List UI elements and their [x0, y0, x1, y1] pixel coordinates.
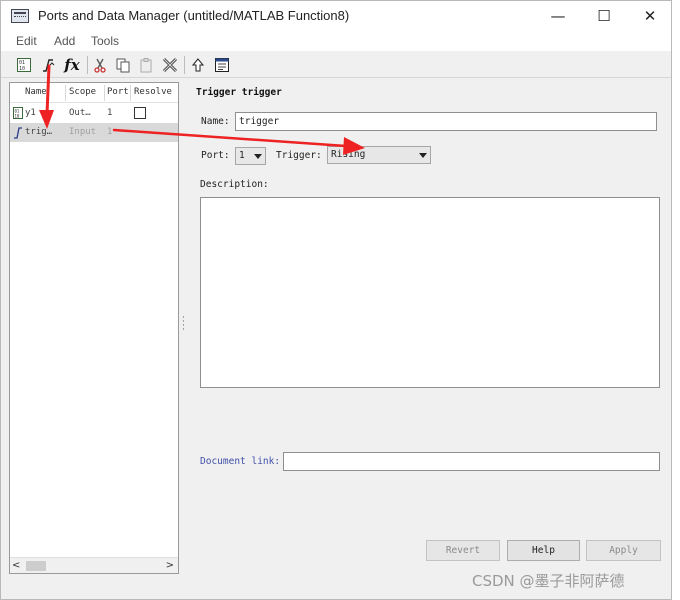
window-title: Ports and Data Manager (untitled/MATLAB … [38, 8, 350, 23]
up-arrow-icon[interactable] [188, 55, 208, 75]
description-textarea[interactable] [200, 197, 660, 388]
help-button[interactable]: Help [507, 540, 580, 561]
document-link-field[interactable] [283, 452, 660, 471]
title-bar[interactable]: Ports and Data Manager (untitled/MATLAB … [1, 1, 671, 31]
app-icon [11, 9, 29, 23]
menu-bar: Edit Add Tools [1, 31, 671, 51]
properties-heading: Trigger trigger [196, 87, 282, 98]
toolbar-separator [87, 56, 88, 74]
column-header-resolve[interactable]: Resolve [134, 87, 178, 97]
model-explorer-icon[interactable] [212, 55, 232, 75]
apply-button[interactable]: Apply [586, 540, 661, 561]
scroll-right-icon[interactable]: > [166, 560, 174, 571]
port-label: Port: [201, 150, 230, 161]
copy-icon[interactable] [113, 55, 133, 75]
data-icon: 0110 [13, 107, 23, 119]
add-function-icon[interactable]: fx [62, 55, 82, 75]
column-header-scope[interactable]: Scope [69, 87, 105, 97]
row-name: y1 [25, 108, 36, 118]
scroll-thumb[interactable] [26, 561, 46, 571]
table-header: Name Scope Port Resolve [10, 83, 178, 103]
table-row-selected[interactable]: trig… Input 1 [10, 123, 178, 142]
table-row[interactable]: 01 10 y1 Out… 1 [10, 104, 178, 123]
delete-icon[interactable] [160, 55, 180, 75]
resolve-checkbox[interactable] [134, 107, 146, 119]
column-header-name[interactable]: Name [25, 87, 65, 97]
column-divider[interactable] [130, 85, 131, 101]
horizontal-scrollbar[interactable]: < > [10, 557, 178, 573]
description-label: Description: [200, 179, 269, 190]
add-trigger-icon[interactable] [38, 55, 58, 75]
document-link-label: Document link: [200, 456, 281, 467]
revert-button[interactable]: Revert [426, 540, 500, 561]
minimize-button[interactable]: — [535, 1, 581, 31]
watermark-text: CSDN @墨子非阿萨德 [472, 572, 625, 590]
properties-pane: Trigger trigger Name: trigger Port: 1 Tr… [187, 81, 671, 575]
paste-icon[interactable] [136, 55, 156, 75]
row-scope: Out… [69, 108, 91, 118]
column-divider[interactable] [65, 85, 66, 101]
chevron-down-icon [419, 153, 427, 158]
port-dropdown-value: 1 [239, 150, 245, 161]
svg-text:10: 10 [19, 66, 25, 72]
name-label: Name: [201, 116, 230, 127]
column-divider[interactable] [104, 85, 105, 101]
trigger-label: Trigger: [276, 150, 322, 161]
add-data-icon[interactable]: 01 10 [14, 55, 34, 75]
splitter-grip-icon[interactable]: · · · · [182, 314, 186, 335]
trigger-dropdown[interactable]: Rising [327, 146, 431, 164]
trigger-icon [14, 127, 22, 139]
row-scope: Input [69, 127, 97, 137]
svg-text:10: 10 [15, 114, 20, 119]
scroll-left-icon[interactable]: < [12, 560, 20, 571]
menu-tools[interactable]: Tools [91, 34, 119, 48]
maximize-button[interactable]: ☐ [581, 1, 627, 31]
row-port: 1 [107, 108, 113, 118]
row-name: trig… [25, 127, 53, 137]
toolbar: 01 10 fx [1, 51, 671, 78]
menu-add[interactable]: Add [54, 34, 75, 48]
name-field[interactable]: trigger [235, 112, 657, 131]
chevron-down-icon [254, 154, 262, 159]
port-dropdown[interactable]: 1 [235, 147, 266, 165]
row-port: 1 [107, 127, 113, 137]
column-header-port[interactable]: Port [107, 87, 129, 97]
close-button[interactable]: ✕ [627, 1, 673, 31]
menu-edit[interactable]: Edit [16, 34, 37, 48]
cut-icon[interactable] [90, 55, 110, 75]
trigger-dropdown-value: Rising [331, 149, 366, 160]
data-list-pane[interactable]: Name Scope Port Resolve 01 10 y1 Out… 1 t… [9, 82, 179, 574]
toolbar-separator [184, 56, 185, 74]
ports-and-data-manager-window: Ports and Data Manager (untitled/MATLAB … [0, 0, 672, 600]
